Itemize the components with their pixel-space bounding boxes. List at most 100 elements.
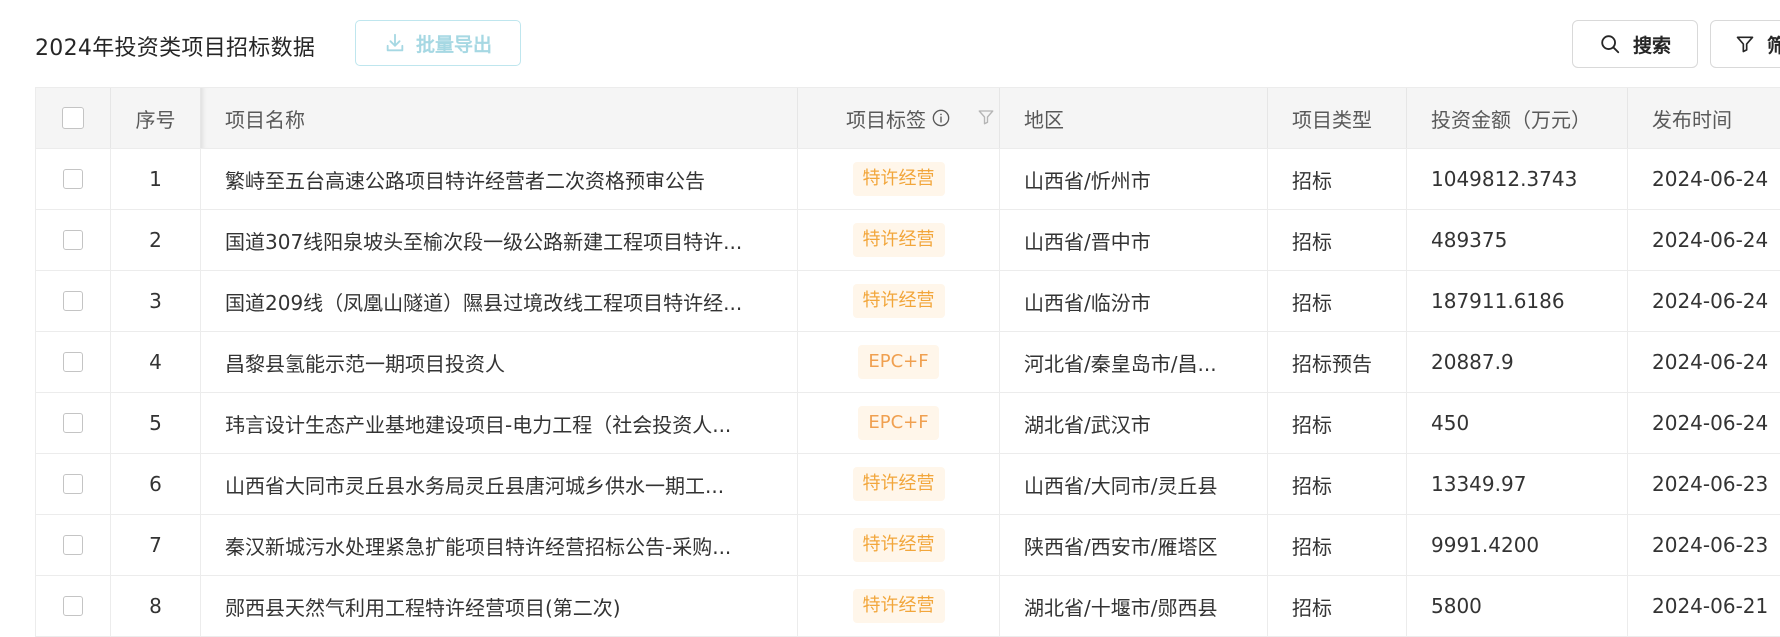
table-header: 序号 项目名称 项目标签 地区 项目类型 投资金额（万元） 发布时间 xyxy=(36,88,1780,149)
table-row[interactable]: 6 山西省大同市灵丘县水务局灵丘县唐河城乡供水一期工... 特许经营 山西省/大… xyxy=(36,454,1780,515)
table-row[interactable]: 3 国道209线（凤凰山隧道）隰县过境改线工程项目特许经... 特许经营 山西省… xyxy=(36,271,1780,332)
row-name-cell: 秦汉新城污水处理紧急扩能项目特许经营招标公告-采购... xyxy=(201,515,798,575)
filter-label: 筛 xyxy=(1767,34,1780,57)
row-checkbox-cell xyxy=(36,515,111,575)
row-type: 招标 xyxy=(1268,271,1407,331)
row-index: 8 xyxy=(111,576,201,636)
row-region: 湖北省/十堰市/郧西县 xyxy=(1000,576,1268,636)
info-icon[interactable] xyxy=(932,109,950,127)
region-text: 湖北省/武汉市 xyxy=(1024,412,1151,437)
row-type: 招标预告 xyxy=(1268,332,1407,392)
column-filter-icon[interactable] xyxy=(977,108,995,126)
row-region: 陕西省/西安市/雁塔区 xyxy=(1000,515,1268,575)
row-amount: 489375 xyxy=(1407,210,1628,270)
row-index: 6 xyxy=(111,454,201,514)
row-type: 招标 xyxy=(1268,454,1407,514)
table-row[interactable]: 7 秦汉新城污水处理紧急扩能项目特许经营招标公告-采购... 特许经营 陕西省/… xyxy=(36,515,1780,576)
project-tag-badge: 特许经营 xyxy=(852,467,945,501)
row-name-cell: 国道307线阳泉坡头至榆次段一级公路新建工程项目特许... xyxy=(201,210,798,270)
search-label: 搜索 xyxy=(1632,34,1671,57)
row-index: 4 xyxy=(111,332,201,392)
project-name-link[interactable]: 国道209线（凤凰山隧道）隰县过境改线工程项目特许经... xyxy=(225,287,742,316)
row-index: 7 xyxy=(111,515,201,575)
row-checkbox[interactable] xyxy=(63,230,83,250)
row-checkbox-cell xyxy=(36,576,111,636)
row-region: 湖北省/武汉市 xyxy=(1000,393,1268,453)
project-name-link[interactable]: 山西省大同市灵丘县水务局灵丘县唐河城乡供水一期工... xyxy=(225,470,724,499)
project-tag-badge: 特许经营 xyxy=(852,589,945,623)
row-checkbox-cell xyxy=(36,393,111,453)
row-region: 山西省/临汾市 xyxy=(1000,271,1268,331)
data-table: 序号 项目名称 项目标签 地区 项目类型 投资金额（万元） 发布时间 1 繁峙至… xyxy=(35,87,1780,637)
table-row[interactable]: 5 玮言设计生态产业基地建设项目-电力工程（社会投资人... EPC+F 湖北省… xyxy=(36,393,1780,454)
row-checkbox[interactable] xyxy=(63,413,83,433)
filter-button[interactable]: 筛 xyxy=(1710,20,1780,68)
row-checkbox[interactable] xyxy=(63,596,83,616)
region-text: 陕西省/西安市/雁塔区 xyxy=(1024,534,1218,559)
row-checkbox-cell xyxy=(36,332,111,392)
row-date: 2024-06-24 xyxy=(1652,228,1769,252)
row-date: 2024-06-24 xyxy=(1652,167,1769,191)
row-checkbox[interactable] xyxy=(63,291,83,311)
row-amount: 20887.9 xyxy=(1407,332,1628,392)
row-date: 2024-06-23 xyxy=(1652,472,1769,496)
row-checkbox[interactable] xyxy=(63,169,83,189)
row-name-cell: 山西省大同市灵丘县水务局灵丘县唐河城乡供水一期工... xyxy=(201,454,798,514)
row-checkbox[interactable] xyxy=(63,535,83,555)
row-amount: 13349.97 xyxy=(1407,454,1628,514)
select-all-checkbox[interactable] xyxy=(62,107,84,129)
header-amount: 投资金额（万元） xyxy=(1407,88,1628,148)
row-name-cell: 昌黎县氢能示范一期项目投资人 xyxy=(201,332,798,392)
header-tag-label: 项目标签 xyxy=(846,107,926,132)
project-tag-badge: EPC+F xyxy=(858,345,939,379)
project-name-link[interactable]: 郧西县天然气利用工程特许经营项目(第二次) xyxy=(225,592,621,621)
page-title: 2024年投资类项目招标数据 xyxy=(35,36,316,61)
row-checkbox[interactable] xyxy=(63,474,83,494)
batch-export-label: 批量导出 xyxy=(415,33,492,56)
project-tag-badge: EPC+F xyxy=(858,406,939,440)
row-index: 3 xyxy=(111,271,201,331)
region-text: 山西省/晋中市 xyxy=(1024,229,1151,254)
project-name-link[interactable]: 昌黎县氢能示范一期项目投资人 xyxy=(225,348,505,377)
table-row[interactable]: 1 繁峙至五台高速公路项目特许经营者二次资格预审公告 特许经营 山西省/忻州市 … xyxy=(36,149,1780,210)
project-name-link[interactable]: 繁峙至五台高速公路项目特许经营者二次资格预审公告 xyxy=(225,165,705,194)
project-name-link[interactable]: 国道307线阳泉坡头至榆次段一级公路新建工程项目特许... xyxy=(225,226,742,255)
row-type: 招标 xyxy=(1268,576,1407,636)
header-tag: 项目标签 xyxy=(798,88,1000,148)
table-row[interactable]: 4 昌黎县氢能示范一期项目投资人 EPC+F 河北省/秦皇岛市/昌... 招标预… xyxy=(36,332,1780,393)
header-checkbox-cell xyxy=(36,88,111,148)
table-row[interactable]: 8 郧西县天然气利用工程特许经营项目(第二次) 特许经营 湖北省/十堰市/郧西县… xyxy=(36,576,1780,637)
row-tag-cell: 特许经营 xyxy=(798,271,1000,331)
funnel-icon xyxy=(1736,36,1754,53)
header-name: 项目名称 xyxy=(201,88,798,148)
row-checkbox-cell xyxy=(36,454,111,514)
project-name-link[interactable]: 玮言设计生态产业基地建设项目-电力工程（社会投资人... xyxy=(225,409,731,438)
region-text: 湖北省/十堰市/郧西县 xyxy=(1024,595,1218,620)
row-region: 河北省/秦皇岛市/昌... xyxy=(1000,332,1268,392)
row-tag-cell: 特许经营 xyxy=(798,576,1000,636)
row-type: 招标 xyxy=(1268,149,1407,209)
row-name-cell: 玮言设计生态产业基地建设项目-电力工程（社会投资人... xyxy=(201,393,798,453)
row-amount: 1049812.3743 xyxy=(1407,149,1628,209)
row-checkbox-cell xyxy=(36,149,111,209)
project-name-link[interactable]: 秦汉新城污水处理紧急扩能项目特许经营招标公告-采购... xyxy=(225,531,731,560)
row-amount: 9991.4200 xyxy=(1407,515,1628,575)
row-checkbox-cell xyxy=(36,210,111,270)
region-text: 山西省/忻州市 xyxy=(1024,168,1151,193)
row-name-cell: 繁峙至五台高速公路项目特许经营者二次资格预审公告 xyxy=(201,149,798,209)
row-tag-cell: 特许经营 xyxy=(798,454,1000,514)
project-tag-badge: 特许经营 xyxy=(852,528,945,562)
row-date: 2024-06-23 xyxy=(1652,533,1769,557)
search-button[interactable]: 搜索 xyxy=(1572,20,1698,68)
search-icon xyxy=(1601,35,1620,54)
table-row[interactable]: 2 国道307线阳泉坡头至榆次段一级公路新建工程项目特许... 特许经营 山西省… xyxy=(36,210,1780,271)
row-amount: 187911.6186 xyxy=(1407,271,1628,331)
region-text: 山西省/临汾市 xyxy=(1024,290,1151,315)
row-date: 2024-06-24 xyxy=(1652,350,1769,374)
row-index: 5 xyxy=(111,393,201,453)
row-amount: 5800 xyxy=(1407,576,1628,636)
batch-export-button[interactable]: 批量导出 xyxy=(355,20,521,66)
project-tag-badge: 特许经营 xyxy=(852,223,945,257)
region-text: 山西省/大同市/灵丘县 xyxy=(1024,473,1218,498)
row-checkbox[interactable] xyxy=(63,352,83,372)
